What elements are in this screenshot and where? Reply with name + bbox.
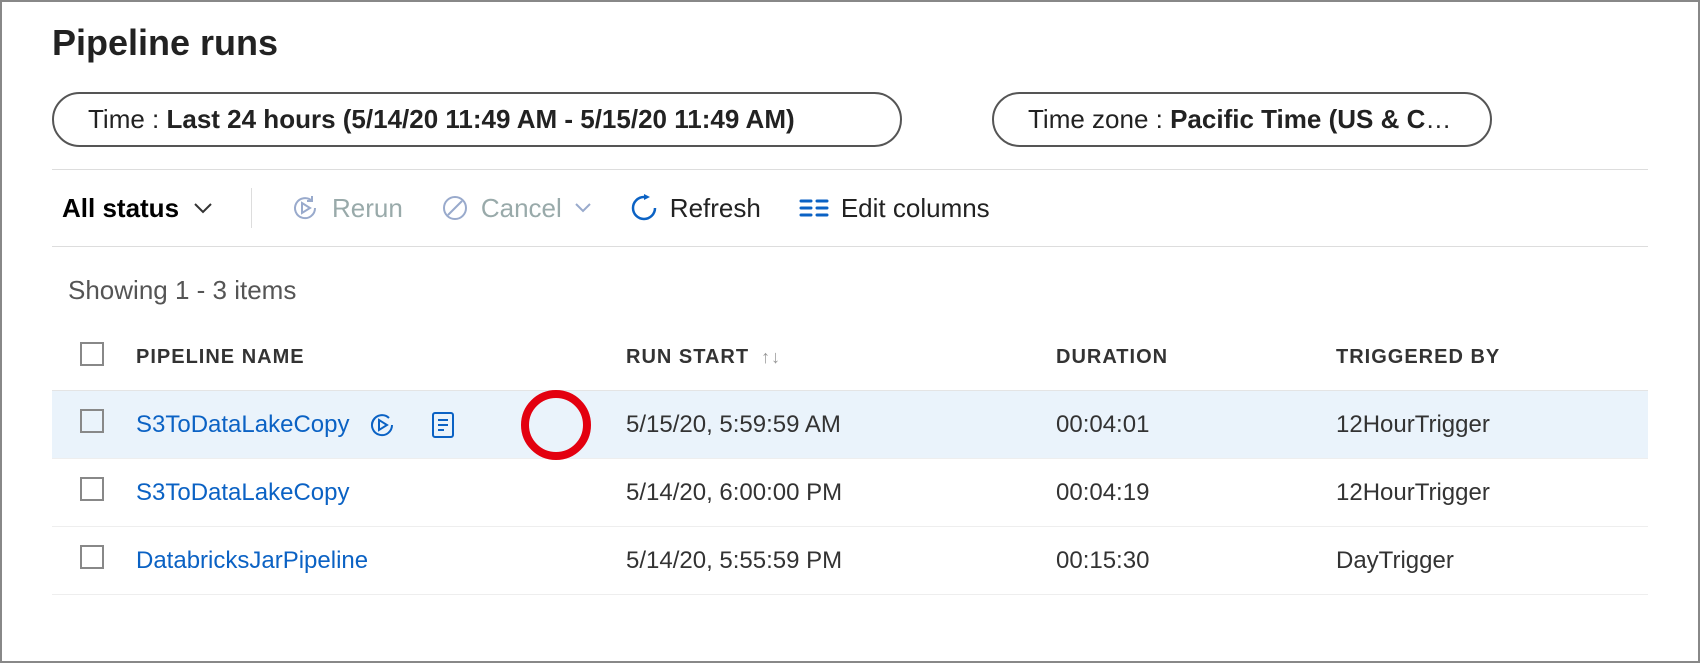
column-triggered-by[interactable]: Triggered by bbox=[1322, 324, 1648, 391]
triggered-by-cell: 12HourTrigger bbox=[1322, 391, 1648, 459]
run-start-cell: 5/14/20, 5:55:59 PM bbox=[612, 527, 1042, 595]
select-all-checkbox[interactable] bbox=[80, 342, 104, 366]
pipeline-link[interactable]: S3ToDataLakeCopy bbox=[136, 479, 349, 507]
refresh-icon bbox=[630, 194, 658, 222]
status-label: All status bbox=[62, 193, 179, 224]
rerun-label: Rerun bbox=[332, 193, 403, 224]
run-start-cell: 5/15/20, 5:59:59 AM bbox=[612, 391, 1042, 459]
duration-cell: 00:04:01 bbox=[1042, 391, 1322, 459]
rerun-row-icon[interactable] bbox=[367, 410, 397, 440]
time-filter-value: Last 24 hours (5/14/20 11:49 AM - 5/15/2… bbox=[166, 104, 794, 134]
time-filter-pill[interactable]: Time : Last 24 hours (5/14/20 11:49 AM -… bbox=[52, 92, 902, 147]
runs-table: Pipeline name Run start ↑↓ Duration Trig… bbox=[52, 324, 1648, 595]
triggered-by-cell: 12HourTrigger bbox=[1322, 459, 1648, 527]
table-row[interactable]: DatabricksJarPipeline 5/14/20, 5:55:59 PM… bbox=[52, 527, 1648, 595]
timezone-filter-value: Pacific Time (US & Canada) (UT... bbox=[1170, 104, 1492, 134]
row-checkbox[interactable] bbox=[80, 545, 104, 569]
edit-columns-button[interactable]: Edit columns bbox=[799, 193, 990, 224]
sort-icon: ↑↓ bbox=[755, 347, 781, 367]
toolbar: All status Rerun Cancel bbox=[52, 169, 1648, 247]
status-dropdown[interactable]: All status bbox=[62, 188, 252, 228]
columns-icon bbox=[799, 197, 829, 219]
page-title: Pipeline runs bbox=[52, 22, 1648, 64]
edit-columns-label: Edit columns bbox=[841, 193, 990, 224]
timezone-filter-pill[interactable]: Time zone : Pacific Time (US & Canada) (… bbox=[992, 92, 1492, 147]
highlight-ring bbox=[521, 390, 591, 460]
row-checkbox[interactable] bbox=[80, 409, 104, 433]
cancel-label: Cancel bbox=[481, 193, 562, 224]
rerun-button: Rerun bbox=[290, 193, 403, 224]
rerun-icon bbox=[290, 193, 320, 223]
triggered-by-cell: DayTrigger bbox=[1322, 527, 1648, 595]
chevron-down-icon bbox=[193, 201, 213, 215]
cancel-icon bbox=[441, 194, 469, 222]
duration-cell: 00:04:19 bbox=[1042, 459, 1322, 527]
row-checkbox[interactable] bbox=[80, 477, 104, 501]
cancel-button: Cancel bbox=[441, 193, 592, 224]
chevron-down-icon bbox=[574, 202, 592, 214]
pipeline-link[interactable]: S3ToDataLakeCopy bbox=[136, 411, 349, 439]
run-start-cell: 5/14/20, 6:00:00 PM bbox=[612, 459, 1042, 527]
table-row[interactable]: S3ToDataLakeCopy 5/15/20, 5:59:59 AM00:04… bbox=[52, 391, 1648, 459]
timezone-filter-label: Time zone : bbox=[1028, 104, 1170, 134]
pipeline-link[interactable]: DatabricksJarPipeline bbox=[136, 547, 368, 575]
column-duration[interactable]: Duration bbox=[1042, 324, 1322, 391]
items-summary: Showing 1 - 3 items bbox=[68, 275, 1648, 306]
table-row[interactable]: S3ToDataLakeCopy 5/14/20, 6:00:00 PM00:04… bbox=[52, 459, 1648, 527]
column-pipeline-name[interactable]: Pipeline name bbox=[122, 324, 612, 391]
column-run-start-label: Run start bbox=[626, 346, 749, 368]
refresh-label: Refresh bbox=[670, 193, 761, 224]
consumption-report-icon[interactable] bbox=[429, 410, 457, 440]
column-run-start[interactable]: Run start ↑↓ bbox=[612, 324, 1042, 391]
refresh-button[interactable]: Refresh bbox=[630, 193, 761, 224]
duration-cell: 00:15:30 bbox=[1042, 527, 1322, 595]
filter-row: Time : Last 24 hours (5/14/20 11:49 AM -… bbox=[52, 92, 1648, 147]
time-filter-label: Time : bbox=[88, 104, 166, 134]
